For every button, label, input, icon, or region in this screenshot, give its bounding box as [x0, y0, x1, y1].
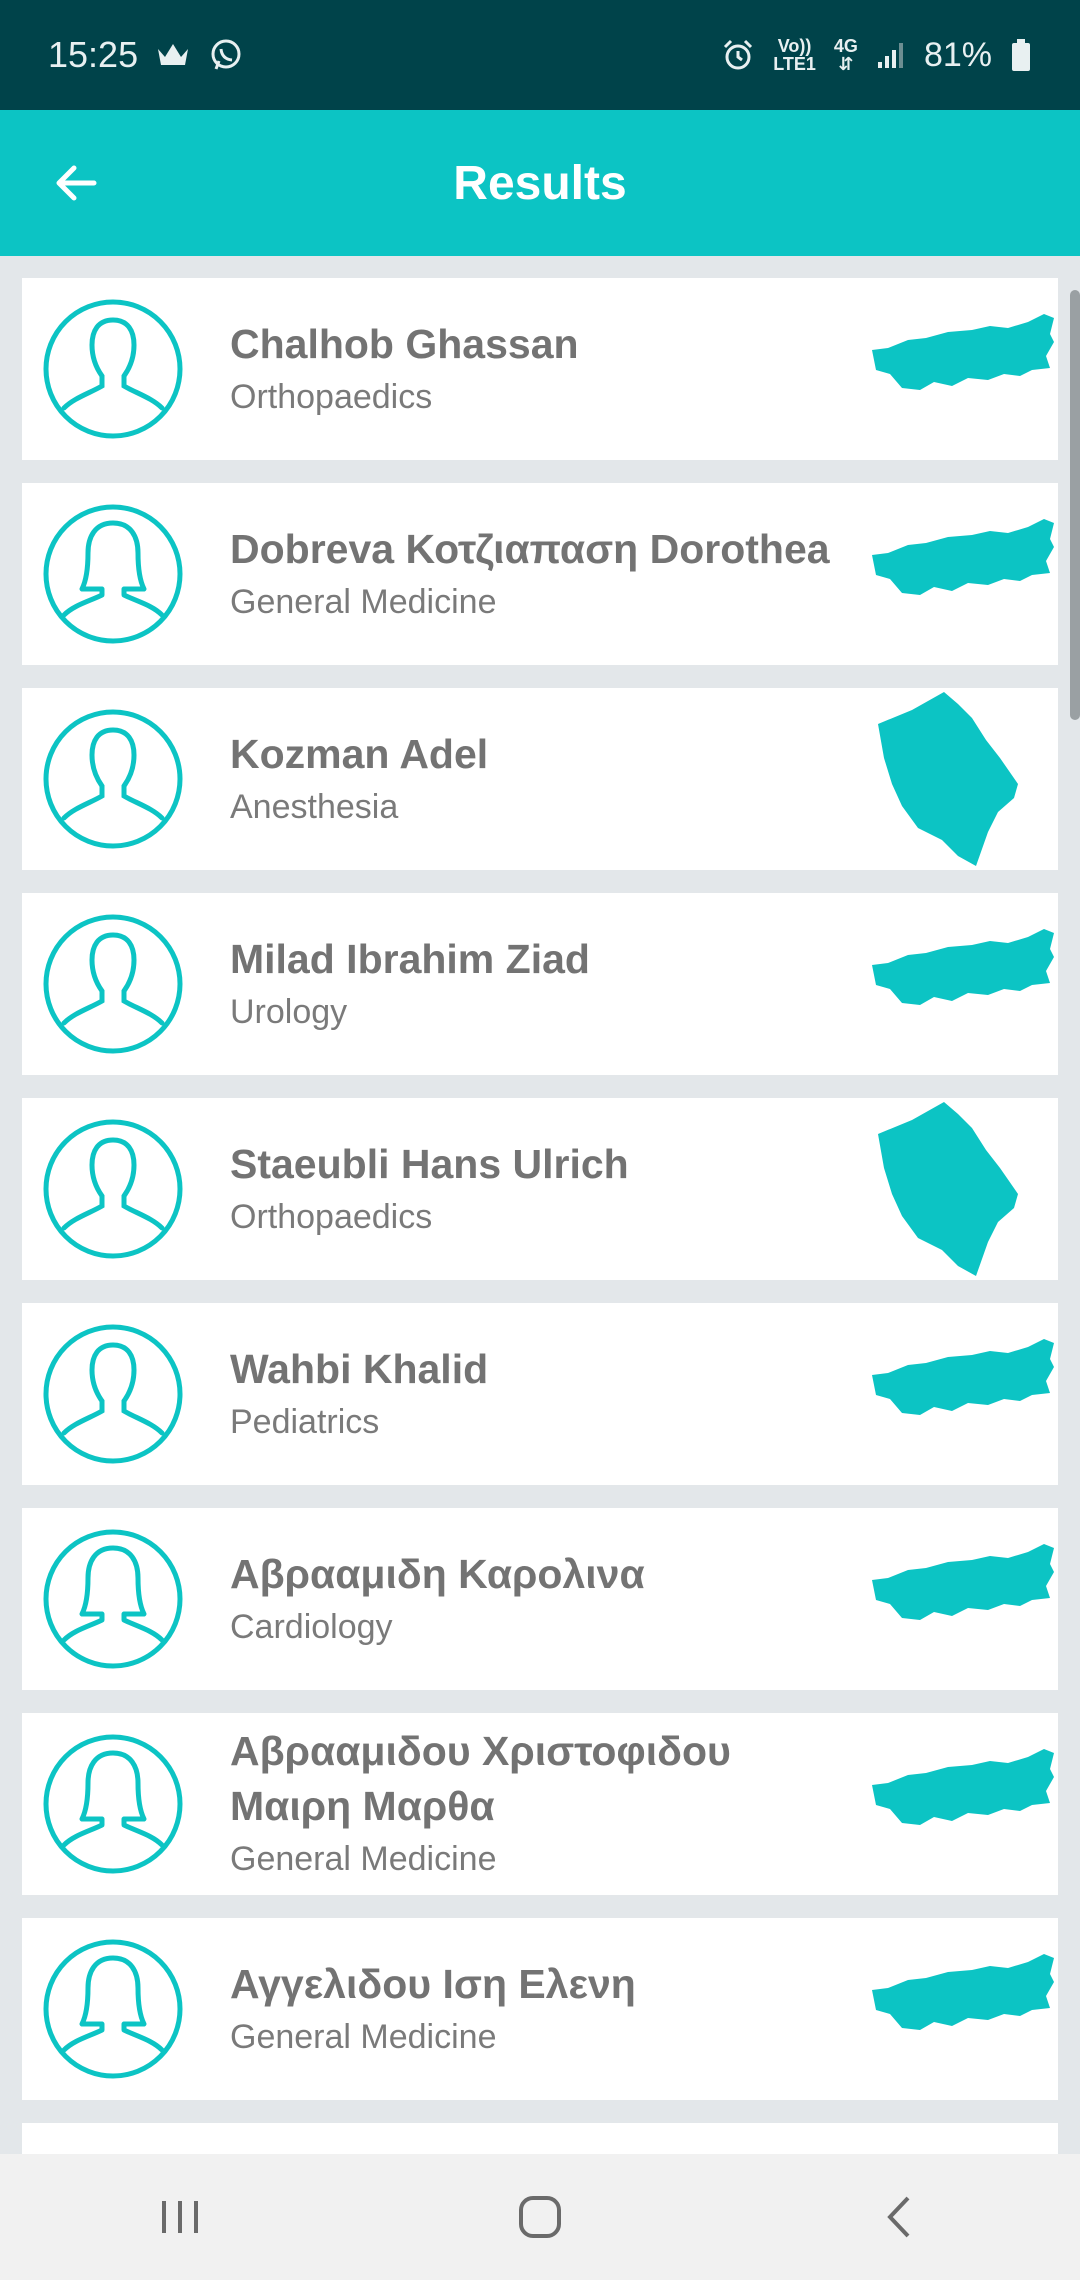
chevron-left-icon: [887, 2196, 910, 2238]
app-bar: Results: [0, 110, 1080, 256]
system-back-button[interactable]: [840, 2172, 960, 2262]
doctor-specialty: Cardiology: [230, 1607, 393, 1646]
result-info: Αβρααμιδου Χριστοφιδου Μαιρη Μαρθα Genera…: [230, 1713, 850, 1895]
male-avatar-icon: [42, 708, 184, 850]
region-map-icon: [868, 1918, 1058, 2100]
result-card[interactable]: Αβρααμιδη Καρολινα Cardiology: [22, 1508, 1058, 1690]
crown-icon: [158, 44, 189, 65]
recents-icon: [162, 2201, 198, 2233]
result-card[interactable]: Kozman Adel Anesthesia: [22, 688, 1058, 870]
result-info: Αβρααμιδη Καρολινα Cardiology: [230, 1508, 850, 1690]
doctor-specialty: General Medicine: [230, 582, 497, 621]
volte-indicator: Vo)) LTE1: [773, 36, 816, 74]
status-right: Vo)) LTE1 4G ⇵ 81%: [721, 36, 1032, 75]
male-avatar-icon: [42, 298, 184, 440]
doctor-specialty: General Medicine: [230, 1840, 497, 1878]
battery-percent: 81%: [923, 35, 992, 74]
doctor-specialty: Urology: [230, 992, 348, 1031]
arrow-left-icon: [56, 165, 97, 201]
male-avatar-icon: [42, 1323, 184, 1465]
result-info: Kozman Adel Anesthesia: [230, 688, 850, 870]
back-button[interactable]: [40, 147, 112, 219]
female-avatar-icon: [42, 503, 184, 645]
doctor-name: Αβρααμιδη Καρολινα: [230, 1550, 645, 1597]
whatsapp-icon: [211, 39, 241, 70]
home-icon: [519, 2196, 561, 2238]
result-card[interactable]: Αγγελιδου Ιση Ελενη General Medicine: [22, 1918, 1058, 2100]
battery-icon: [1012, 39, 1030, 71]
status-left: 15:25: [48, 34, 244, 76]
result-info: Wahbi Khalid Pediatrics: [230, 1303, 850, 1485]
result-card[interactable]: Wahbi Khalid Pediatrics: [22, 1303, 1058, 1485]
region-map-icon: [868, 1303, 1058, 1485]
doctor-name: Kozman Adel: [230, 730, 489, 777]
result-card[interactable]: [22, 2123, 1058, 2154]
result-info: Milad Ibrahim Ziad Urology: [230, 893, 850, 1075]
doctor-specialty: Orthopaedics: [230, 1197, 433, 1236]
result-info: Chalhob Ghassan Orthopaedics: [230, 278, 850, 460]
doctor-name: Wahbi Khalid: [230, 1345, 489, 1392]
network-indicator: 4G ⇵: [833, 36, 858, 74]
doctor-name: Staeubli Hans Ulrich: [230, 1140, 629, 1187]
result-info: Dobreva Κοτζιαπαση Dorothea General Medic…: [230, 483, 850, 665]
region-map-icon: [868, 483, 1058, 665]
female-avatar-icon: [42, 1733, 184, 1875]
status-time: 15:25: [48, 34, 139, 75]
scrollbar[interactable]: [1070, 290, 1080, 720]
result-info: Αγγελιδου Ιση Ελενη General Medicine: [230, 1918, 850, 2100]
doctor-name: Chalhob Ghassan: [230, 320, 579, 367]
male-avatar-icon: [42, 913, 184, 1055]
region-map-icon: [868, 688, 1058, 870]
doctor-specialty: Pediatrics: [230, 1402, 380, 1441]
home-button[interactable]: [480, 2172, 600, 2262]
result-card[interactable]: Αβρααμιδου Χριστοφιδου Μαιρη Μαρθα Genera…: [22, 1713, 1058, 1895]
result-card[interactable]: Chalhob Ghassan Orthopaedics: [22, 278, 1058, 460]
signal-icon: [877, 43, 903, 68]
region-map-icon: [868, 278, 1058, 460]
alarm-icon: [724, 39, 753, 70]
region-map-icon: [868, 893, 1058, 1075]
result-card[interactable]: Dobreva Κοτζιαπαση Dorothea General Medic…: [22, 483, 1058, 665]
result-info: Staeubli Hans Ulrich Orthopaedics: [230, 1098, 850, 1280]
doctor-name: Milad Ibrahim Ziad: [230, 935, 590, 982]
doctor-name: Dobreva Κοτζιαπαση Dorothea: [230, 525, 830, 572]
doctor-specialty: General Medicine: [230, 2017, 497, 2056]
results-list[interactable]: Chalhob Ghassan Orthopaedics Dobreva Κοτζ…: [0, 256, 1080, 2154]
recent-apps-button[interactable]: [120, 2172, 240, 2262]
male-avatar-icon: [42, 1118, 184, 1260]
status-bar: 15:25 Vo)) LTE1 4G ⇵ 81%: [0, 0, 1080, 110]
result-card[interactable]: Milad Ibrahim Ziad Urology: [22, 893, 1058, 1075]
page-title: Results: [453, 156, 627, 210]
region-map-icon: [868, 1508, 1058, 1690]
female-avatar-icon: [42, 1528, 184, 1670]
region-map-icon: [868, 1713, 1058, 1895]
doctor-name: Αγγελιδου Ιση Ελενη: [230, 1960, 636, 2007]
region-map-icon: [868, 1098, 1058, 1280]
result-card[interactable]: Staeubli Hans Ulrich Orthopaedics: [22, 1098, 1058, 1280]
doctor-name: Αβρααμιδου Χριστοφιδου Μαιρη Μαρθα: [230, 1728, 731, 1829]
system-nav-bar: [0, 2154, 1080, 2280]
doctor-specialty: Anesthesia: [230, 787, 399, 826]
doctor-specialty: Orthopaedics: [230, 377, 433, 416]
female-avatar-icon: [42, 1938, 184, 2080]
